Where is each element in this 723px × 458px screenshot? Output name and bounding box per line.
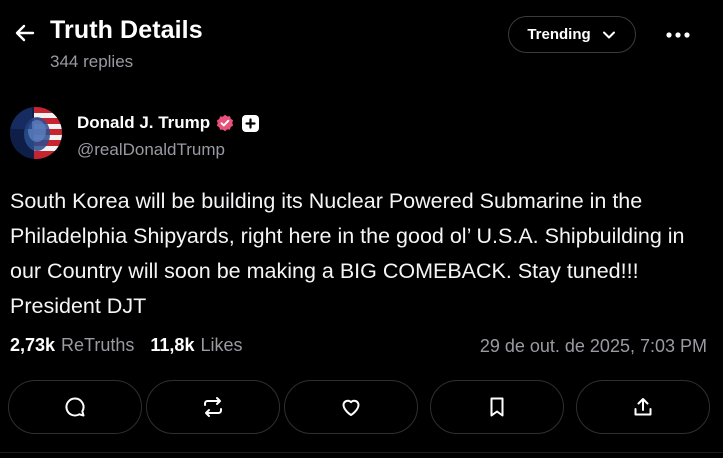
post-timestamp: 29 de out. de 2025, 7:03 PM	[479, 336, 707, 356]
sort-dropdown[interactable]: Trending	[508, 16, 636, 53]
bookmark-button[interactable]	[430, 380, 564, 434]
likes-count[interactable]: 11,8k	[150, 335, 194, 356]
ellipsis-icon	[666, 32, 690, 38]
replies-count: 344 replies	[50, 52, 134, 71]
author-name-row: Donald J. Trump	[77, 113, 260, 133]
bookmark-icon	[490, 397, 504, 417]
post-body: South Korea will be building its Nuclear…	[10, 189, 685, 318]
retruths-label[interactable]: ReTruths	[61, 335, 134, 356]
retruth-icon	[204, 397, 222, 417]
sort-label: Trending	[527, 26, 591, 43]
comment-icon	[65, 397, 85, 417]
more-options-button[interactable]	[662, 22, 694, 48]
arrow-left-icon	[15, 24, 35, 42]
verified-badge-icon	[216, 114, 234, 132]
author-name[interactable]: Donald J. Trump	[77, 113, 210, 133]
reply-button[interactable]	[8, 380, 142, 434]
page-title: Truth Details	[50, 16, 203, 44]
plus-badge-icon	[242, 114, 260, 132]
author-handle[interactable]: @realDonaldTrump	[77, 140, 225, 160]
share-icon	[634, 398, 652, 416]
post-stats: 2,73k ReTruths 11,8k Likes	[10, 335, 253, 356]
flag-portrait-image	[10, 107, 62, 159]
heart-icon	[342, 399, 360, 416]
back-button[interactable]	[12, 20, 38, 46]
share-button[interactable]	[576, 380, 710, 434]
retruth-button[interactable]	[146, 380, 280, 434]
avatar[interactable]	[10, 107, 62, 159]
divider	[0, 452, 723, 453]
likes-label[interactable]: Likes	[200, 335, 242, 356]
retruths-count[interactable]: 2,73k	[10, 335, 55, 356]
action-bar	[8, 380, 713, 434]
like-button[interactable]	[284, 380, 418, 434]
chevron-down-icon	[602, 31, 615, 38]
page-header: Truth Details 344 replies Trending	[0, 0, 723, 80]
